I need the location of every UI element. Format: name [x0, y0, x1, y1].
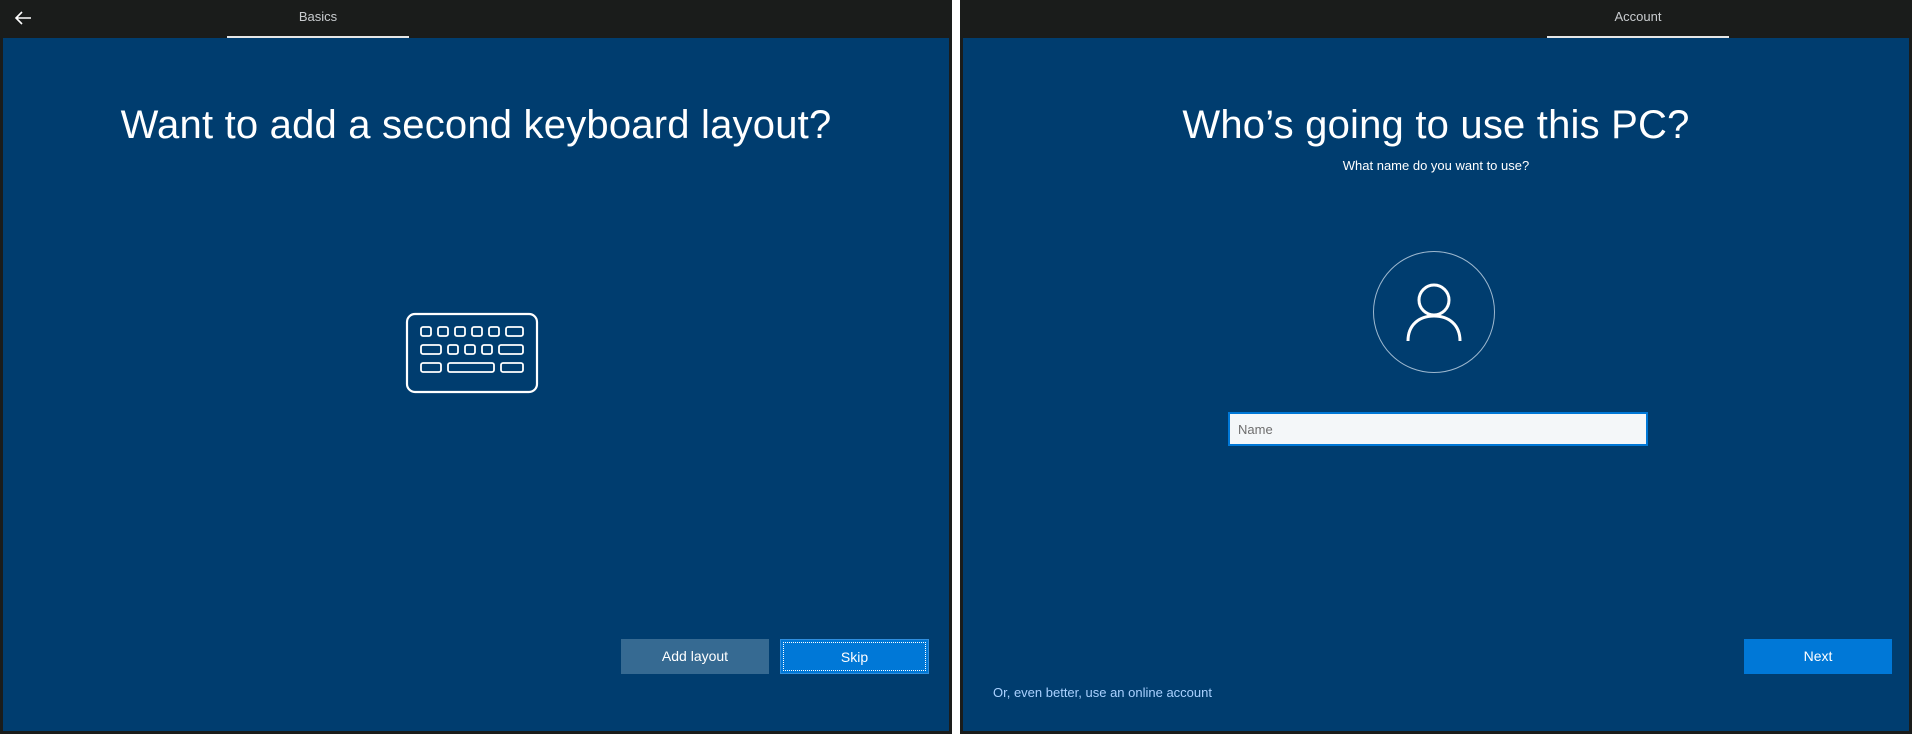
- page-subtitle: What name do you want to use?: [1342, 158, 1530, 173]
- top-bar: Basics: [0, 0, 952, 38]
- tab-account: Account: [1547, 0, 1729, 38]
- add-layout-button[interactable]: Add layout: [621, 639, 769, 674]
- name-input[interactable]: [1228, 412, 1648, 446]
- main-content: Who’s going to use this PC? What name do…: [963, 38, 1909, 731]
- keyboard-layout-screen: Basics Want to add a second keyboard lay…: [0, 0, 952, 734]
- skip-button[interactable]: Skip: [780, 639, 929, 674]
- account-screen: Account Who’s going to use this PC? What…: [960, 0, 1912, 734]
- top-bar: Account: [960, 0, 1912, 38]
- page-title: Who’s going to use this PC?: [1182, 103, 1690, 147]
- next-button[interactable]: Next: [1744, 639, 1892, 674]
- tab-account-label: Account: [1614, 9, 1662, 24]
- avatar: [1373, 251, 1495, 373]
- page-title: Want to add a second keyboard layout?: [120, 103, 832, 147]
- tab-basics-label: Basics: [298, 9, 338, 24]
- tab-basics: Basics: [227, 0, 409, 38]
- main-content: Want to add a second keyboard layout?: [3, 38, 949, 731]
- back-arrow-icon[interactable]: [12, 7, 34, 29]
- online-account-link[interactable]: Or, even better, use an online account: [993, 685, 1212, 700]
- keyboard-icon: [405, 312, 539, 394]
